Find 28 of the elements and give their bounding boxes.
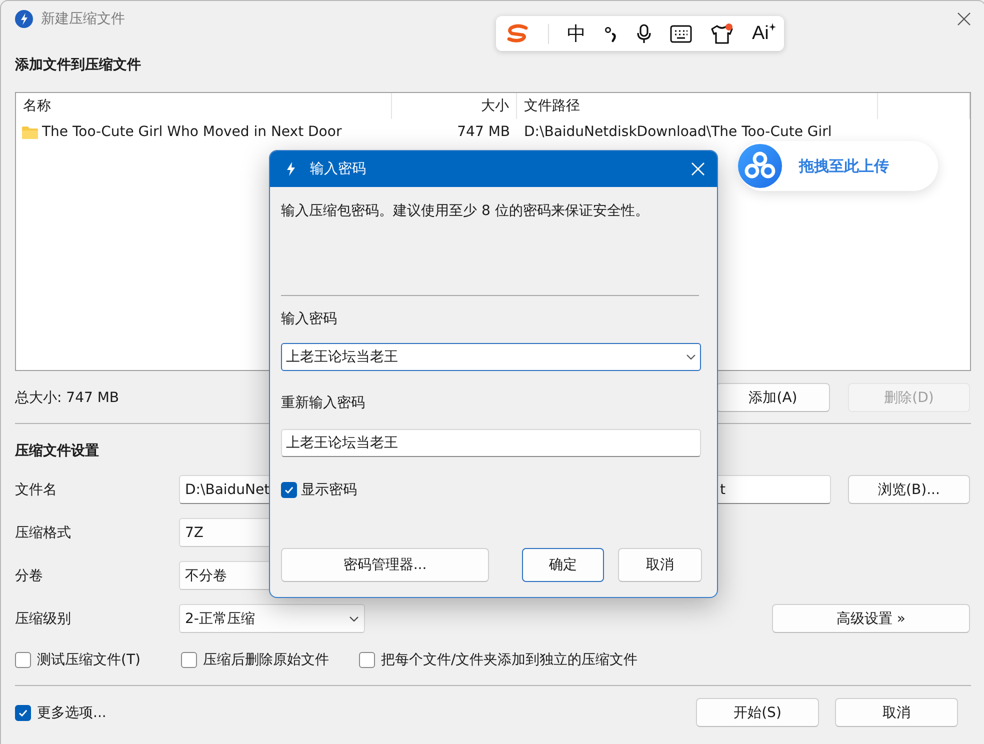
- field-label: 输入密码: [281, 310, 338, 329]
- field-label: 重新输入密码: [281, 394, 366, 413]
- field-label: 文件名: [15, 480, 58, 498]
- option-label: 更多选项...: [37, 704, 106, 722]
- option-label: 测试压缩文件(T): [37, 651, 140, 669]
- file-name: The Too-Cute Girl Who Moved in Next Door: [42, 124, 342, 140]
- field-value: 上老王论坛当老王: [286, 434, 398, 452]
- option-label: 把每个文件/文件夹添加到独立的压缩文件: [381, 651, 638, 669]
- dialog-title: 输入密码: [310, 160, 366, 178]
- window-title: 新建压缩文件: [41, 10, 125, 28]
- field-value: 上老王论坛当老王: [286, 348, 398, 366]
- file-size: 747 MB: [456, 124, 511, 140]
- field-label: 压缩级别: [15, 610, 72, 628]
- upload-drop-label: 拖拽至此上传: [799, 156, 889, 176]
- total-size: 总大小: 747 MB: [15, 388, 120, 406]
- field-value: D:\BaiduNet: [185, 482, 270, 498]
- dropdown-value: 2-正常压缩: [185, 610, 255, 628]
- option-label: 显示密码: [301, 481, 357, 499]
- field-value: t: [720, 482, 726, 498]
- dialog-description: 输入压缩包密码。建议使用至少 8 位的密码来保证安全性。: [281, 202, 650, 221]
- option-label: 压缩后删除原始文件: [203, 651, 329, 669]
- file-path: D:\BaiduNetdiskDownload\The Too-Cute Girl: [523, 124, 833, 140]
- dropdown-value: 不分卷: [185, 566, 227, 584]
- section-heading: 添加文件到压缩文件: [15, 56, 141, 75]
- field-label: 压缩格式: [15, 524, 72, 542]
- dropdown-value: 7Z: [185, 524, 204, 540]
- section-heading: 压缩文件设置: [15, 442, 99, 461]
- field-label: 分卷: [15, 566, 44, 584]
